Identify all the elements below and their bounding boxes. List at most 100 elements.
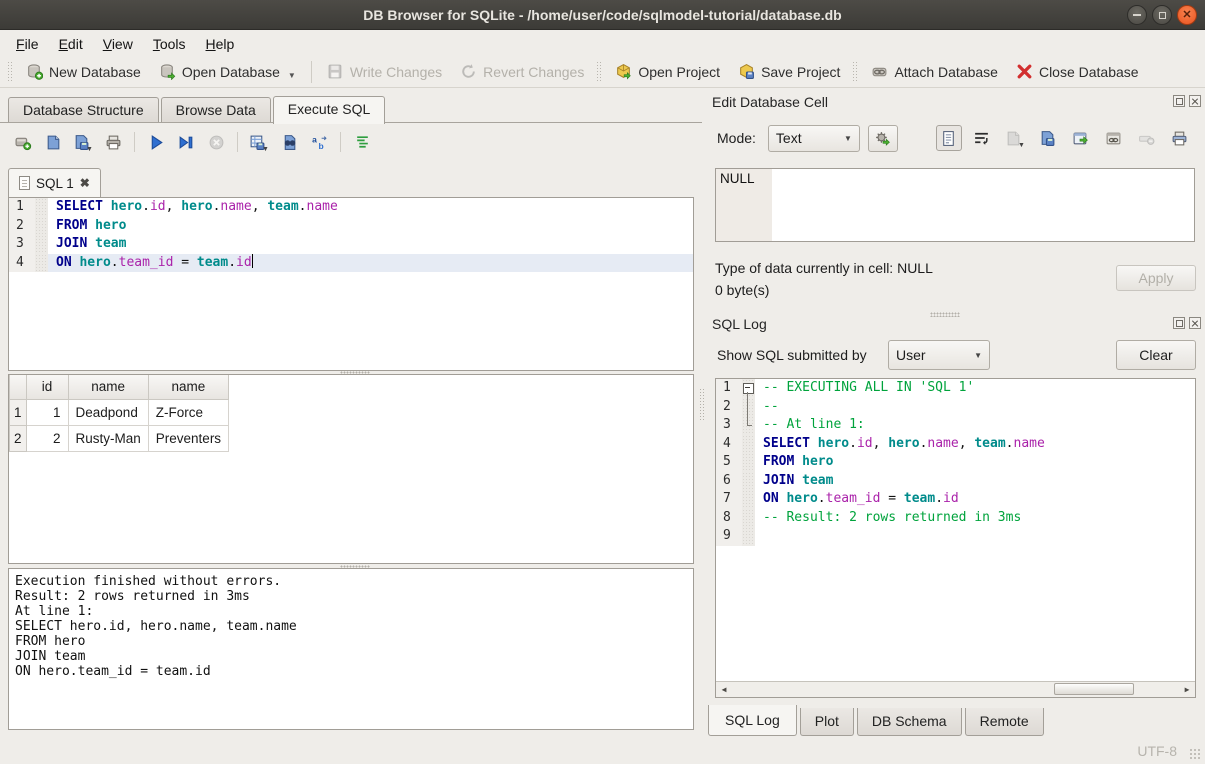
fold-marker[interactable]	[742, 379, 755, 398]
row-header[interactable]: 2	[10, 425, 27, 451]
apply-button[interactable]: Apply	[1116, 265, 1196, 291]
save-results-dropdown-arrow[interactable]: ▼	[262, 146, 269, 155]
sql-doc-tab[interactable]: SQL 1 ✖	[8, 168, 101, 197]
close-dock-icon[interactable]	[1189, 317, 1201, 329]
log-filter-select[interactable]: User ▼	[888, 340, 990, 370]
maximize-button[interactable]	[1152, 5, 1172, 25]
cell-team-name[interactable]: Preventers	[148, 425, 228, 451]
revert-changes-button[interactable]: Revert Changes	[451, 59, 593, 84]
cell-value-area[interactable]	[772, 169, 1194, 241]
minimize-button[interactable]	[1127, 5, 1147, 25]
set-null-button[interactable]	[1134, 125, 1160, 151]
find-icon	[281, 134, 298, 151]
execute-all-button[interactable]	[143, 129, 169, 155]
tab-db-schema[interactable]: DB Schema	[857, 708, 962, 736]
results-header-id[interactable]: id	[26, 375, 68, 399]
scroll-right-icon[interactable]: ▶	[1179, 682, 1195, 697]
close-database-button[interactable]: Close Database	[1007, 59, 1148, 84]
tab-database-structure[interactable]: Database Structure	[8, 97, 159, 123]
toolbar-drag-handle[interactable]	[852, 61, 859, 83]
open-project-button[interactable]: Open Project	[606, 59, 729, 84]
code-text[interactable]: -- At line 1:	[755, 416, 1195, 435]
results-header-name2[interactable]: name	[148, 375, 228, 399]
code-text[interactable]: JOIN team	[755, 472, 1195, 491]
menu-help[interactable]: Help	[196, 33, 245, 55]
format-sql-button[interactable]	[349, 129, 375, 155]
save-results-button[interactable]: ▼	[246, 129, 272, 155]
auto-mode-button[interactable]	[868, 125, 898, 152]
float-dock-icon[interactable]	[1173, 95, 1185, 107]
scrollbar-track[interactable]	[732, 682, 1179, 697]
open-sql-file-button[interactable]	[40, 129, 66, 155]
results-header-name1[interactable]: name	[68, 375, 148, 399]
find-replace-button[interactable]: ab	[306, 129, 332, 155]
word-wrap-button[interactable]	[969, 125, 995, 151]
tab-remote[interactable]: Remote	[965, 708, 1044, 736]
print-button[interactable]	[100, 129, 126, 155]
toolbar-separator	[311, 61, 312, 83]
link-data-button[interactable]	[1101, 125, 1127, 151]
scroll-left-icon[interactable]: ◀	[716, 682, 732, 697]
tab-plot[interactable]: Plot	[800, 708, 854, 736]
find-button[interactable]	[276, 129, 302, 155]
tab-close-icon[interactable]: ✖	[80, 176, 90, 190]
cell-hero-name[interactable]: Deadpond	[68, 399, 148, 425]
code-text[interactable]: FROM hero	[48, 217, 693, 236]
menu-file[interactable]: File	[6, 33, 49, 55]
save-project-button[interactable]: Save Project	[729, 59, 849, 84]
toolbar-drag-handle[interactable]	[596, 61, 603, 83]
open-in-external-button[interactable]	[1068, 125, 1094, 151]
close-button[interactable]: ✕	[1177, 5, 1197, 25]
open-database-dropdown-arrow[interactable]: ▼	[288, 71, 296, 80]
cell-id[interactable]: 2	[26, 425, 68, 451]
splitter-handle[interactable]	[930, 312, 960, 317]
write-changes-button[interactable]: Write Changes	[318, 59, 451, 84]
line-number: 2	[716, 398, 742, 417]
import-cell-button[interactable]: ▼	[1002, 125, 1028, 151]
row-header[interactable]: 1	[10, 399, 27, 425]
open-database-button[interactable]: Open Database ▼	[150, 59, 305, 84]
code-text[interactable]: ON hero.team_id = team.id	[755, 490, 1195, 509]
attach-database-button[interactable]: Attach Database	[862, 59, 1007, 84]
toolbar-drag-handle[interactable]	[7, 61, 14, 83]
results-corner-cell[interactable]	[10, 375, 27, 399]
save-sql-file-button[interactable]: ▼	[70, 129, 96, 155]
cell-value-editor[interactable]: NULL	[715, 168, 1195, 242]
toolbar-separator	[340, 132, 341, 152]
text-mode-button[interactable]	[936, 125, 962, 151]
code-text[interactable]: -- EXECUTING ALL IN 'SQL 1'	[755, 379, 1195, 398]
execute-line-button[interactable]	[173, 129, 199, 155]
code-text[interactable]	[755, 527, 1195, 546]
code-text[interactable]: ON hero.team_id = team.id	[48, 254, 693, 273]
new-sql-tab-button[interactable]	[10, 129, 36, 155]
horizontal-scrollbar[interactable]: ◀ ▶	[716, 681, 1195, 697]
cell-hero-name[interactable]: Rusty-Man	[68, 425, 148, 451]
menu-view[interactable]: View	[93, 33, 143, 55]
code-text[interactable]: FROM hero	[755, 453, 1195, 472]
scrollbar-thumb[interactable]	[1054, 683, 1134, 695]
tab-sql-log[interactable]: SQL Log	[708, 705, 797, 736]
clear-log-button[interactable]: Clear	[1116, 340, 1196, 370]
export-cell-button[interactable]	[1035, 125, 1061, 151]
save-dropdown-arrow[interactable]: ▼	[86, 146, 93, 155]
mode-select[interactable]: Text ▼	[768, 125, 860, 152]
code-text[interactable]: --	[755, 398, 1195, 417]
float-dock-icon[interactable]	[1173, 317, 1185, 329]
resize-grip[interactable]	[1189, 748, 1202, 761]
code-text[interactable]: -- Result: 2 rows returned in 3ms	[755, 509, 1195, 528]
code-text[interactable]: JOIN team	[48, 235, 693, 254]
cell-team-name[interactable]: Z-Force	[148, 399, 228, 425]
code-text[interactable]: SELECT hero.id, hero.name, team.name	[48, 198, 693, 217]
close-dock-icon[interactable]	[1189, 95, 1201, 107]
tab-execute-sql[interactable]: Execute SQL	[273, 96, 386, 124]
menu-tools[interactable]: Tools	[143, 33, 196, 55]
sql-editor[interactable]: 1SELECT hero.id, hero.name, team.name2FR…	[8, 197, 694, 371]
stop-button[interactable]	[203, 129, 229, 155]
code-text[interactable]: SELECT hero.id, hero.name, team.name	[755, 435, 1195, 454]
tab-browse-data[interactable]: Browse Data	[161, 97, 271, 123]
new-database-button[interactable]: New Database	[17, 59, 150, 84]
menu-edit[interactable]: Edit	[49, 33, 93, 55]
print-cell-button[interactable]	[1167, 125, 1193, 151]
sql-log-view[interactable]: 1-- EXECUTING ALL IN 'SQL 1'2--3-- At li…	[715, 378, 1196, 698]
cell-id[interactable]: 1	[26, 399, 68, 425]
